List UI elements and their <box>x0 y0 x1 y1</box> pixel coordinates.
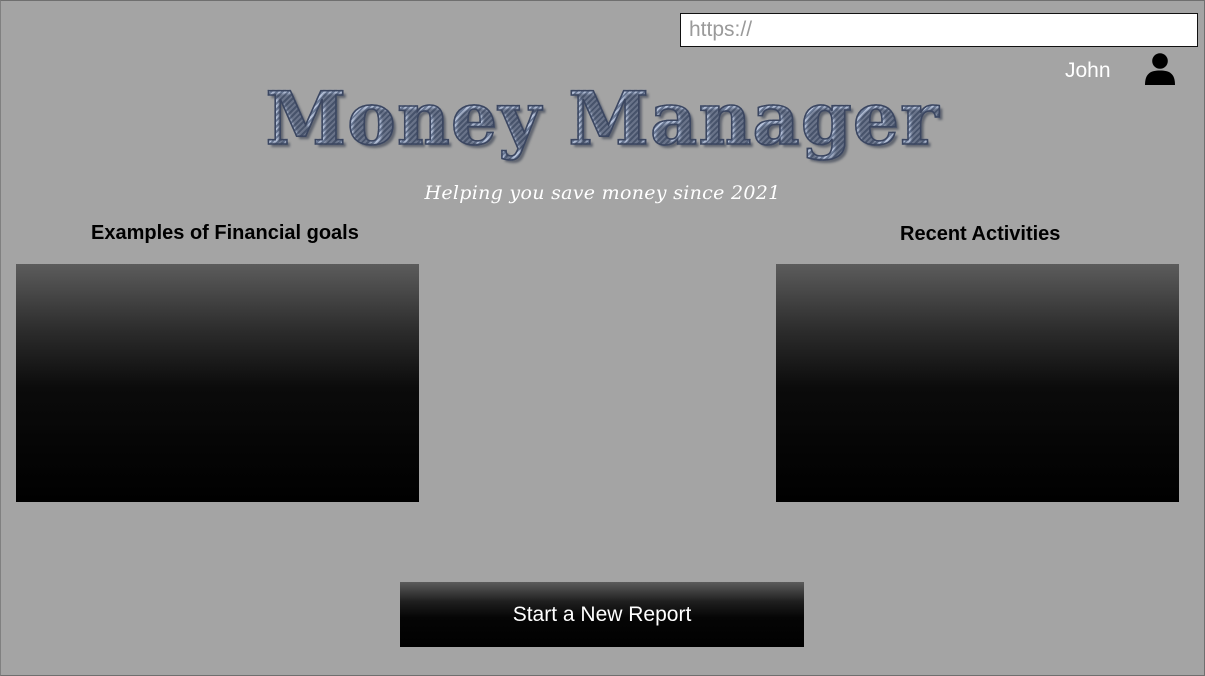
recent-activities-heading: Recent Activities <box>900 223 1061 245</box>
app-title: Money Manager <box>0 75 1205 163</box>
recent-activities-panel <box>776 264 1179 502</box>
financial-goals-heading: Examples of Financial goals <box>91 222 359 244</box>
start-new-report-button[interactable]: Start a New Report <box>400 582 804 647</box>
url-input[interactable] <box>680 13 1198 47</box>
financial-goals-panel <box>16 264 419 502</box>
app-tagline: Helping you save money since 2021 <box>424 182 781 204</box>
